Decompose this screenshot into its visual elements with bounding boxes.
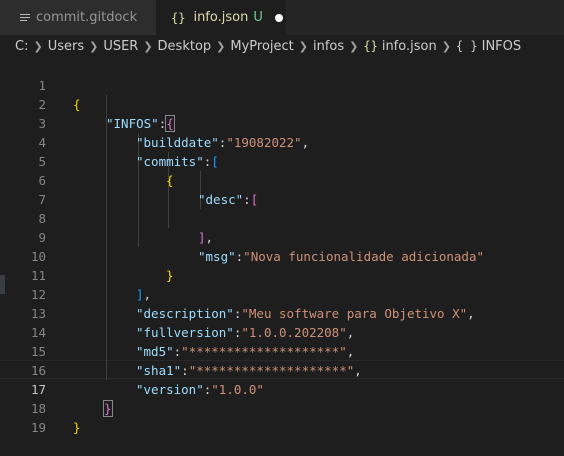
breadcrumb-item[interactable]: USER [103, 39, 138, 54]
code-line: 9 "msg":"Nova funcionalidade adicionada" [0, 209, 564, 264]
chevron-right-icon: ❯ [89, 39, 99, 53]
tab-label: info.json [193, 10, 249, 25]
chevron-right-icon: ❯ [33, 39, 43, 53]
breadcrumb-item[interactable]: info.json [382, 39, 437, 54]
code-line: 7 [0, 171, 564, 207]
code-line: 10 } [0, 228, 564, 283]
lines-file-icon [20, 12, 30, 23]
json-braces-icon: {} [171, 10, 186, 25]
code-line: 6 "desc":[ [0, 152, 564, 207]
code-line: 4 "commits":[ [0, 114, 564, 169]
tab-bar: commit.gitdock {} info.json U [0, 0, 564, 35]
code-line: 15 "sha1":"********************", [0, 323, 564, 378]
chevron-right-icon: ❯ [349, 39, 359, 53]
breadcrumb-item[interactable]: MyProject [230, 39, 293, 54]
chevron-right-icon: ❯ [143, 39, 153, 53]
code-line: 17 } [0, 361, 564, 417]
json-braces-icon: {} [363, 39, 378, 53]
chevron-right-icon: ❯ [216, 39, 226, 53]
breadcrumb-item[interactable]: INFOS [482, 39, 522, 54]
chevron-right-icon: ❯ [298, 39, 308, 53]
code-line: 12 "description":"Meu software para Obje… [0, 266, 564, 321]
breadcrumb-item[interactable]: Users [48, 39, 84, 54]
code-line: 2 "INFOS":{ [0, 76, 564, 132]
tab-label: commit.gitdock [36, 10, 138, 25]
code-line: 13 "fullversion":"1.0.0.202208", [0, 285, 564, 340]
tab-commit-gitdock[interactable]: commit.gitdock [0, 0, 156, 35]
line-number: 19 [30, 420, 46, 435]
code-line: 5 { [0, 133, 564, 188]
code-line: 16 "version":"1.0.0" [0, 342, 564, 397]
breadcrumb-item[interactable]: Desktop [158, 39, 212, 54]
code-line: 19 [0, 399, 564, 435]
code-line: 1 { [0, 57, 564, 112]
code-line: 8 ], [0, 190, 564, 245]
code-line: 18 } [0, 380, 564, 435]
chevron-right-icon: ❯ [441, 39, 451, 53]
code-line: 11 ], [0, 247, 564, 302]
code-line: 3 "builddate":"19082022", [0, 95, 564, 150]
tab-info-json[interactable]: {} info.json U [156, 0, 286, 35]
untracked-status-badge: U [253, 10, 263, 25]
breadcrumb: C: ❯ Users ❯ USER ❯ Desktop ❯ MyProject … [0, 35, 564, 57]
unsaved-dot-icon[interactable] [274, 13, 283, 22]
breadcrumb-item[interactable]: infos [313, 39, 344, 54]
object-icon: { } [455, 39, 478, 53]
code-line: 14 "md5":"********************", [0, 304, 564, 359]
code-editor[interactable]: 1 { 2 "INFOS":{ 3 "builddate":"19082022"… [0, 57, 564, 435]
breadcrumb-item[interactable]: C: [15, 39, 28, 54]
